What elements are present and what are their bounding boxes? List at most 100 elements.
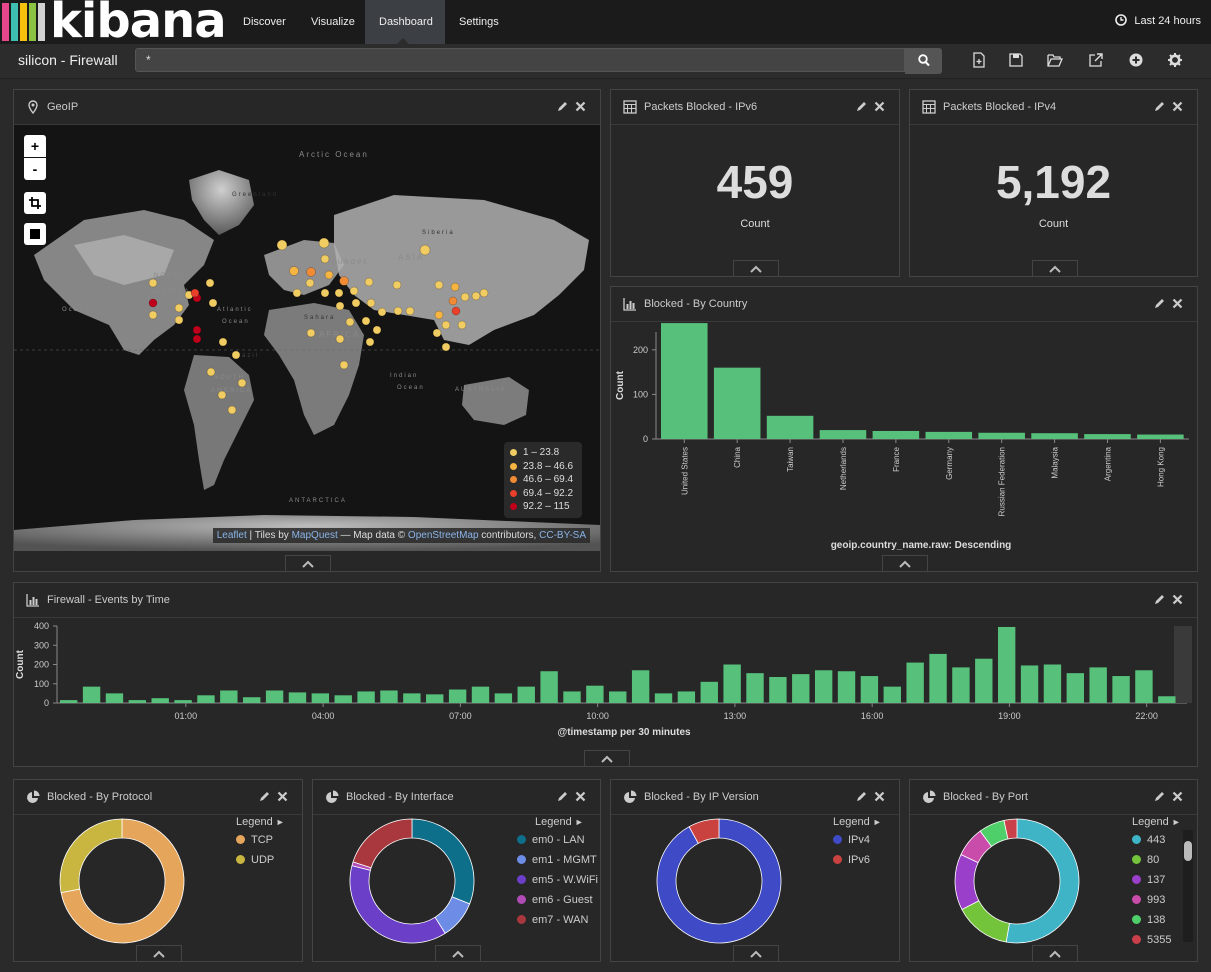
legend-item[interactable]: TCP <box>236 830 285 850</box>
legend-item[interactable]: em6 - Guest <box>517 890 598 910</box>
geo-point <box>345 317 355 327</box>
legend: Legend ► em0 - LAN em1 - MGMT em5 - W.Wi… <box>517 816 598 930</box>
legend-dot <box>510 489 517 497</box>
time-picker[interactable]: Last 24 hours <box>1115 14 1201 27</box>
legend-item[interactable]: 5355 <box>1132 930 1181 944</box>
ipversion-donut-chart[interactable] <box>656 818 782 944</box>
close-icon[interactable] <box>277 791 288 802</box>
edit-pencil-icon[interactable] <box>1154 101 1165 112</box>
close-icon[interactable] <box>575 101 586 112</box>
fit-bounds-button[interactable] <box>24 192 46 214</box>
legend-item[interactable]: 80 <box>1132 850 1181 870</box>
zoom-out-button[interactable]: - <box>24 158 46 180</box>
legend-title[interactable]: Legend ► <box>236 816 285 828</box>
legend-item[interactable]: UDP <box>236 850 285 870</box>
search-button[interactable] <box>905 48 942 74</box>
events-bar-chart[interactable]: 0 100 200 300 400 01:00 04:00 07:00 10:00 13:00 16… <box>14 618 1197 748</box>
add-panel-icon[interactable] <box>1128 52 1144 68</box>
close-icon[interactable] <box>575 791 586 802</box>
y-tick-label: 300 <box>34 640 49 650</box>
new-dashboard-icon[interactable] <box>971 52 987 68</box>
legend-title[interactable]: Legend ► <box>535 816 598 828</box>
edit-pencil-icon[interactable] <box>1154 594 1165 605</box>
collapse-toggle[interactable] <box>733 260 779 276</box>
query-input[interactable] <box>135 48 905 72</box>
close-icon[interactable] <box>1172 791 1183 802</box>
bar <box>792 674 810 703</box>
license-link[interactable]: CC-BY-SA <box>539 530 586 541</box>
legend-item[interactable]: 993 <box>1132 890 1181 910</box>
edit-pencil-icon[interactable] <box>259 791 270 802</box>
edit-pencil-icon[interactable] <box>557 791 568 802</box>
nav-settings[interactable]: Settings <box>445 0 513 44</box>
leaflet-link[interactable]: Leaflet <box>217 530 247 541</box>
zoom-in-button[interactable]: + <box>24 135 46 157</box>
map-canvas[interactable]: Arctic Ocean Greenland NORTH AMERICA Pac… <box>14 125 600 551</box>
legend-scrollbar[interactable] <box>1183 830 1193 942</box>
edit-pencil-icon[interactable] <box>557 101 568 112</box>
map-legend: 1 – 23.8 23.8 – 46.6 46.6 – 69.4 69.4 – … <box>504 442 582 518</box>
geo-point <box>460 292 470 302</box>
legend-title[interactable]: Legend ► <box>833 816 882 828</box>
legend-item[interactable]: em0 - LAN <box>517 830 598 850</box>
collapse-toggle[interactable] <box>882 555 928 571</box>
time-range-label: Last 24 hours <box>1134 15 1201 27</box>
settings-gear-icon[interactable] <box>1167 52 1183 68</box>
collapse-toggle[interactable] <box>583 750 630 766</box>
collapse-toggle[interactable] <box>733 945 779 961</box>
map-legend-item: 23.8 – 46.6 <box>510 460 576 474</box>
scrollbar-thumb[interactable] <box>1184 841 1192 861</box>
legend-title[interactable]: Legend ► <box>1132 816 1181 828</box>
bar <box>769 677 787 703</box>
y-tick-label: 200 <box>633 345 648 355</box>
legend-item[interactable]: IPv4 <box>833 830 882 850</box>
bar <box>814 670 833 703</box>
mapquest-link[interactable]: MapQuest <box>292 530 338 541</box>
collapse-toggle[interactable] <box>136 945 182 961</box>
geo-point <box>451 306 461 316</box>
draw-rectangle-button[interactable] <box>24 223 46 245</box>
bar <box>243 697 261 703</box>
legend-dot <box>510 503 517 510</box>
geo-point <box>365 337 375 347</box>
nav-discover[interactable]: Discover <box>229 0 300 44</box>
collapse-toggle[interactable] <box>1031 945 1078 961</box>
legend-item[interactable]: em7 - WAN <box>517 910 598 930</box>
open-icon[interactable] <box>1047 52 1063 68</box>
osm-link[interactable]: OpenStreetMap <box>408 530 479 541</box>
kibana-logo[interactable]: kibana <box>50 0 227 49</box>
edit-pencil-icon[interactable] <box>856 791 867 802</box>
collapse-toggle[interactable] <box>1031 260 1078 276</box>
save-icon[interactable] <box>1008 52 1024 68</box>
ipv4-panel: Packets Blocked - IPv4 5,192 Count <box>909 89 1198 277</box>
legend-item[interactable]: em5 - W.WiFi <box>517 870 598 890</box>
legend-item[interactable]: IPv6 <box>833 850 882 870</box>
close-icon[interactable] <box>874 101 885 112</box>
collapse-toggle[interactable] <box>285 555 331 571</box>
pie-slice <box>349 865 446 944</box>
bar <box>819 430 867 439</box>
close-icon[interactable] <box>1172 101 1183 112</box>
chevron-up-icon <box>1048 265 1061 273</box>
bar <box>311 693 330 703</box>
port-donut-chart[interactable] <box>954 818 1080 944</box>
legend-item[interactable]: em1 - MGMT <box>517 850 598 870</box>
collapse-toggle[interactable] <box>434 945 481 961</box>
geo-point <box>364 277 374 287</box>
geo-point <box>457 320 467 330</box>
bar <box>60 700 78 703</box>
interface-donut-chart[interactable] <box>349 818 475 944</box>
share-icon[interactable] <box>1088 52 1104 68</box>
legend-item[interactable]: 443 <box>1132 830 1181 850</box>
legend-item[interactable]: 137 <box>1132 870 1181 890</box>
edit-pencil-icon[interactable] <box>1154 298 1165 309</box>
edit-pencil-icon[interactable] <box>856 101 867 112</box>
close-icon[interactable] <box>874 791 885 802</box>
nav-visualize[interactable]: Visualize <box>297 0 369 44</box>
close-icon[interactable] <box>1172 594 1183 605</box>
edit-pencil-icon[interactable] <box>1154 791 1165 802</box>
protocol-donut-chart[interactable] <box>59 818 185 944</box>
legend-item[interactable]: 138 <box>1132 910 1181 930</box>
bar <box>746 673 764 703</box>
close-icon[interactable] <box>1172 298 1183 309</box>
